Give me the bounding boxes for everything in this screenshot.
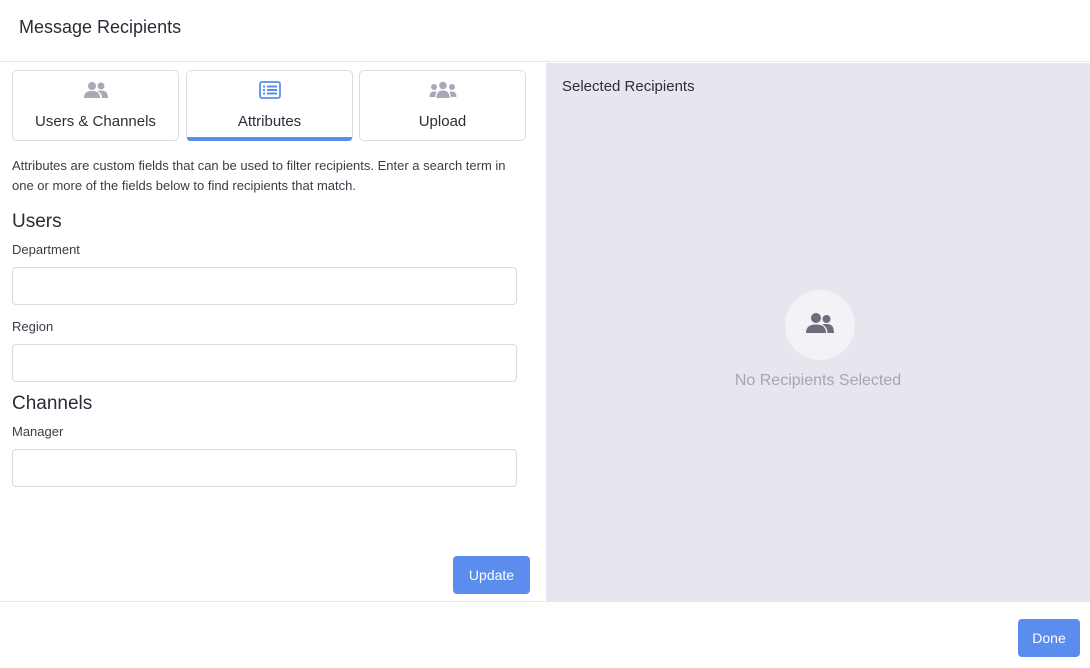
tab-upload-label: Upload <box>418 113 467 130</box>
dialog-title: Message Recipients <box>19 17 182 37</box>
tab-attributes-label: Attributes <box>237 113 302 130</box>
users-icon <box>805 312 835 339</box>
tab-attributes[interactable]: Attributes <box>186 70 353 141</box>
tab-upload[interactable]: Upload <box>359 70 526 141</box>
users-icon <box>13 80 178 100</box>
department-label: Department <box>12 242 80 257</box>
selected-recipients-title: Selected Recipients <box>562 78 695 95</box>
done-button[interactable]: Done <box>1018 619 1080 657</box>
recipient-filter-pane: Users & Channels Attributes Upload Attri… <box>0 63 546 601</box>
attributes-description: Attributes are custom fields that can be… <box>12 158 506 193</box>
no-recipients-message: No Recipients Selected <box>734 372 902 389</box>
tab-users-channels-label: Users & Channels <box>35 113 156 130</box>
manager-input[interactable] <box>12 449 517 487</box>
group-upload-icon <box>360 80 525 100</box>
selected-recipients-pane: Selected Recipients No Recipients Select… <box>546 63 1090 601</box>
empty-recipients-avatar <box>785 290 855 360</box>
recipient-tabs: Users & Channels Attributes Upload <box>12 70 526 141</box>
dialog-header: Message Recipients <box>0 0 1090 62</box>
manager-label: Manager <box>12 424 64 439</box>
active-tab-indicator <box>187 137 352 141</box>
tab-users-channels[interactable]: Users & Channels <box>12 70 179 141</box>
dialog-footer: Done <box>0 601 1090 668</box>
message-recipients-dialog: Message Recipients Users & Channels Attr… <box>0 0 1090 668</box>
channels-section-title: Channels <box>12 393 93 414</box>
update-button[interactable]: Update <box>453 556 530 594</box>
region-label: Region <box>12 319 54 334</box>
department-input[interactable] <box>12 267 517 305</box>
region-input[interactable] <box>12 344 517 382</box>
users-section-title: Users <box>12 211 62 232</box>
list-icon <box>187 80 352 100</box>
